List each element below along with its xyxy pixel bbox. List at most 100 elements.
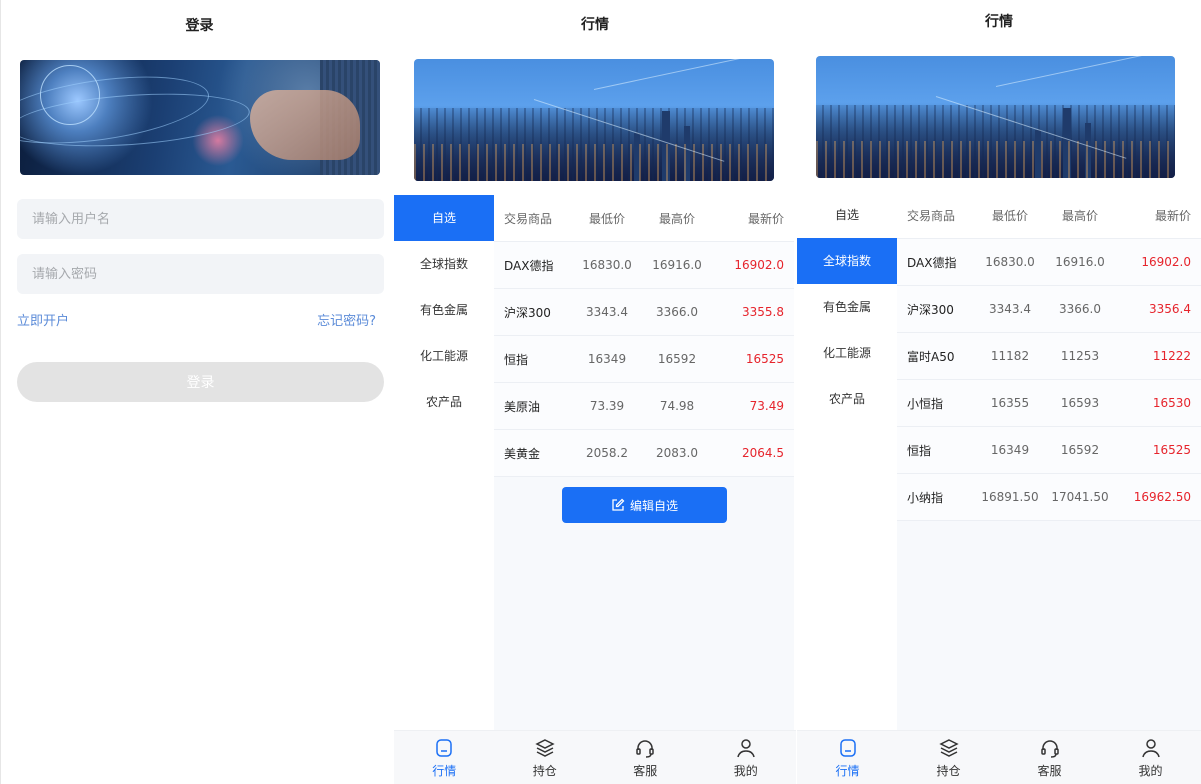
cell-product: 恒指 xyxy=(907,443,932,458)
cell-product: 恒指 xyxy=(504,352,529,367)
header-product: 交易商品 xyxy=(504,211,553,226)
cell-latest: 11222 xyxy=(1152,349,1191,363)
header-latest: 最新价 xyxy=(747,211,784,226)
table-header: 交易商品 最低价 最高价 最新价 xyxy=(494,195,794,242)
tab-positions[interactable]: 持仓 xyxy=(898,731,999,784)
tab-profile[interactable]: 我的 xyxy=(696,731,797,784)
table-row[interactable]: 美黄金 2058.2 2083.0 2064.5 xyxy=(494,430,794,477)
cell-low: 16349 xyxy=(587,352,627,366)
market-icon xyxy=(436,738,452,757)
category-sidebar: 自选 全球指数 有色金属 化工能源 农产品 xyxy=(394,195,494,425)
page-title: 行情 xyxy=(581,17,609,33)
market-banner-image xyxy=(816,56,1175,178)
tab-label: 行情 xyxy=(432,763,457,778)
category-sidebar: 自选 全球指数 有色金属 化工能源 农产品 xyxy=(797,192,897,422)
sidebar-item-agriculture[interactable]: 农产品 xyxy=(394,379,494,425)
table-row[interactable]: 富时A50 11182 11253 11222 xyxy=(897,333,1201,380)
sidebar-item-global-index[interactable]: 全球指数 xyxy=(394,241,494,287)
tab-support[interactable]: 客服 xyxy=(595,731,696,784)
tab-label: 我的 xyxy=(733,763,758,778)
tab-label: 我的 xyxy=(1138,763,1163,778)
cell-high: 16593 xyxy=(1060,396,1100,410)
quote-table: 交易商品 最低价 最高价 最新价 DAX德指 16830.0 16916.0 1690… xyxy=(494,195,794,730)
password-input[interactable] xyxy=(17,254,384,294)
tab-profile[interactable]: 我的 xyxy=(1100,731,1201,784)
table-header: 交易商品 最低价 最高价 最新价 xyxy=(897,192,1201,239)
cell-low: 3343.4 xyxy=(989,302,1031,316)
cell-low: 16355 xyxy=(990,396,1030,410)
login-button[interactable]: 登录 xyxy=(17,362,384,402)
cell-high: 16916.0 xyxy=(1055,255,1105,269)
sidebar-item-chemical-energy[interactable]: 化工能源 xyxy=(797,330,897,376)
sidebar-item-favorites[interactable]: 自选 xyxy=(797,192,897,238)
table-row[interactable]: 沪深300 3343.4 3366.0 3356.4 xyxy=(897,286,1201,333)
tab-label: 持仓 xyxy=(936,763,961,778)
tab-positions[interactable]: 持仓 xyxy=(495,731,596,784)
table-row[interactable]: 小纳指 16891.50 17041.50 16962.50 xyxy=(897,474,1201,521)
table-row[interactable]: 沪深300 3343.4 3366.0 3355.8 xyxy=(494,289,794,336)
tab-label: 持仓 xyxy=(532,763,557,778)
cell-latest: 2064.5 xyxy=(742,446,784,460)
cell-product: 沪深300 xyxy=(504,305,551,320)
cell-product: 小纳指 xyxy=(907,490,944,505)
login-banner-image xyxy=(20,60,380,175)
user-icon xyxy=(737,738,755,757)
layers-icon xyxy=(938,738,959,757)
cell-low: 16349 xyxy=(990,443,1030,457)
tab-support[interactable]: 客服 xyxy=(999,731,1100,784)
cell-high: 3366.0 xyxy=(656,305,698,319)
cell-product: 美原油 xyxy=(504,399,541,414)
header-low: 最低价 xyxy=(991,208,1028,223)
cell-latest: 3356.4 xyxy=(1149,302,1191,316)
header-low: 最低价 xyxy=(588,211,625,226)
cell-high: 16592 xyxy=(1060,443,1100,457)
cell-latest: 16525 xyxy=(1152,443,1191,457)
cell-high: 16916.0 xyxy=(652,258,702,272)
table-row[interactable]: 恒指 16349 16592 16525 xyxy=(494,336,794,383)
sidebar-item-favorites[interactable]: 自选 xyxy=(394,195,494,241)
market-icon xyxy=(839,738,856,757)
cell-high: 11253 xyxy=(1060,349,1100,363)
cell-high: 2083.0 xyxy=(656,446,698,460)
table-row[interactable]: 小恒指 16355 16593 16530 xyxy=(897,380,1201,427)
cell-low: 16830.0 xyxy=(985,255,1035,269)
register-link[interactable]: 立即开户 xyxy=(17,310,69,329)
cell-low: 2058.2 xyxy=(586,446,628,460)
edit-icon xyxy=(612,498,625,511)
username-input[interactable] xyxy=(17,199,384,239)
table-row[interactable]: DAX德指 16830.0 16916.0 16902.0 xyxy=(494,242,794,289)
cell-latest: 16962.50 xyxy=(1133,490,1191,504)
sidebar-item-agriculture[interactable]: 农产品 xyxy=(797,376,897,422)
tab-label: 行情 xyxy=(835,763,860,778)
header-product: 交易商品 xyxy=(907,208,956,223)
forgot-password-link[interactable]: 忘记密码? xyxy=(317,310,376,329)
cell-product: DAX德指 xyxy=(504,258,554,273)
login-screen: 登录 立即开户 忘记密码? 登录 xyxy=(0,0,398,784)
cell-product: 小恒指 xyxy=(907,396,944,411)
cell-high: 74.98 xyxy=(659,399,695,413)
market-banner-image xyxy=(414,59,774,181)
cell-low: 3343.4 xyxy=(586,305,628,319)
bottom-tabbar: 行情 持仓 客服 我的 xyxy=(797,730,1201,784)
cell-high: 16592 xyxy=(657,352,697,366)
cell-low: 16830.0 xyxy=(582,258,632,272)
sidebar-item-chemical-energy[interactable]: 化工能源 xyxy=(394,333,494,379)
edit-favorites-label: 编辑自选 xyxy=(629,498,678,513)
edit-favorites-button[interactable]: 编辑自选 xyxy=(562,487,727,523)
table-row[interactable]: DAX德指 16830.0 16916.0 16902.0 xyxy=(897,239,1201,286)
page-title: 行情 xyxy=(985,14,1013,30)
headset-icon xyxy=(1040,739,1059,758)
table-row[interactable]: 恒指 16349 16592 16525 xyxy=(897,427,1201,474)
sidebar-item-nonferrous[interactable]: 有色金属 xyxy=(394,287,494,333)
cell-high: 3366.0 xyxy=(1059,302,1101,316)
table-row[interactable]: 美原油 73.39 74.98 73.49 xyxy=(494,383,794,430)
cell-product: 美黄金 xyxy=(504,446,541,461)
sidebar-item-global-index[interactable]: 全球指数 xyxy=(797,238,897,284)
cell-latest: 3355.8 xyxy=(742,305,784,319)
tab-market[interactable]: 行情 xyxy=(797,731,898,784)
market-screen-global: 行情 自选 全球指数 有色金属 化工能源 农产品 交易商品 最低价 最高价 最新… xyxy=(797,0,1201,784)
cell-latest: 16525 xyxy=(745,352,784,366)
sidebar-item-nonferrous[interactable]: 有色金属 xyxy=(797,284,897,330)
tab-market[interactable]: 行情 xyxy=(394,731,495,784)
cell-latest: 16530 xyxy=(1152,396,1191,410)
